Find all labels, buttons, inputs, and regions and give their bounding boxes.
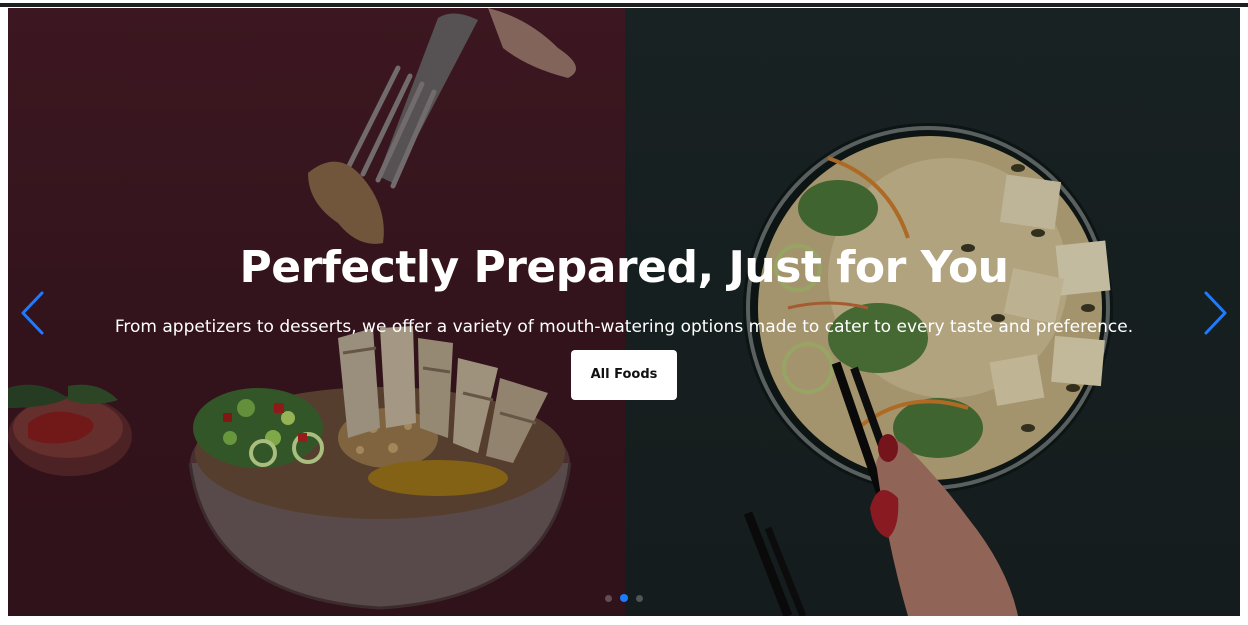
hero-subtitle: From appetizers to desserts, we offer a …	[114, 317, 1134, 337]
hero-title: Perfectly Prepared, Just for You	[239, 242, 1009, 293]
carousel-pagination	[8, 594, 1240, 602]
chevron-left-icon	[21, 291, 44, 335]
chevron-right-icon	[1204, 291, 1227, 335]
pagination-dot-3[interactable]	[636, 595, 643, 602]
top-border	[0, 3, 1248, 7]
carousel-prev-button[interactable]	[18, 290, 48, 336]
pagination-dot-2[interactable]	[620, 594, 628, 602]
carousel-next-button[interactable]	[1200, 290, 1230, 336]
all-foods-button[interactable]: All Foods	[570, 350, 678, 400]
hero-carousel: Perfectly Prepared, Just for You From ap…	[8, 8, 1240, 616]
hero-caption: Perfectly Prepared, Just for You From ap…	[8, 240, 1240, 400]
pagination-dot-1[interactable]	[605, 595, 612, 602]
